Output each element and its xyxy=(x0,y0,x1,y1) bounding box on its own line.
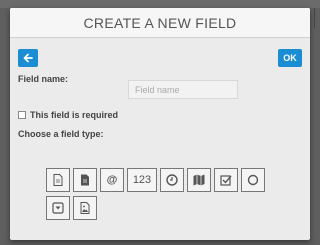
checkbox-icon xyxy=(220,175,232,186)
type-document-filled-button[interactable] xyxy=(73,168,97,192)
type-radio-button[interactable] xyxy=(241,168,265,192)
document-outline-icon xyxy=(53,174,63,186)
arrow-left-icon xyxy=(23,53,33,63)
dropdown-select-icon xyxy=(52,202,64,214)
modal-title: CREATE A NEW FIELD xyxy=(83,14,237,31)
required-row: This field is required xyxy=(18,110,118,120)
type-dropdown-button[interactable] xyxy=(46,196,70,220)
type-document-outline-button[interactable] xyxy=(46,168,70,192)
required-label: This field is required xyxy=(30,110,119,120)
field-type-row: @ 123 xyxy=(46,168,306,192)
field-type-grid: @ 123 xyxy=(46,168,306,224)
number-icon: 123 xyxy=(132,174,152,186)
image-file-icon xyxy=(80,202,90,214)
type-email-button[interactable]: @ xyxy=(100,168,124,192)
modal-toolbar: OK xyxy=(10,38,310,70)
map-icon xyxy=(193,174,205,186)
background-page-edge xyxy=(314,8,320,28)
modal-header: CREATE A NEW FIELD xyxy=(10,8,310,38)
back-button[interactable] xyxy=(18,49,38,67)
clock-icon xyxy=(166,174,178,186)
type-number-button[interactable]: 123 xyxy=(127,168,157,192)
choose-type-label: Choose a field type: xyxy=(18,129,104,139)
background-page-header xyxy=(0,0,320,8)
required-checkbox[interactable] xyxy=(18,111,26,119)
ok-button[interactable]: OK xyxy=(278,49,302,67)
type-time-button[interactable] xyxy=(160,168,184,192)
create-field-modal: CREATE A NEW FIELD OK Field name: This f… xyxy=(10,8,310,240)
field-type-row xyxy=(46,196,306,220)
field-name-label: Field name: xyxy=(18,74,69,84)
radio-circle-icon xyxy=(247,174,259,186)
field-name-input[interactable] xyxy=(128,80,238,99)
at-sign-icon: @ xyxy=(106,174,118,186)
type-image-button[interactable] xyxy=(73,196,97,220)
type-checkbox-button[interactable] xyxy=(214,168,238,192)
document-filled-icon xyxy=(81,174,89,186)
type-map-button[interactable] xyxy=(187,168,211,192)
